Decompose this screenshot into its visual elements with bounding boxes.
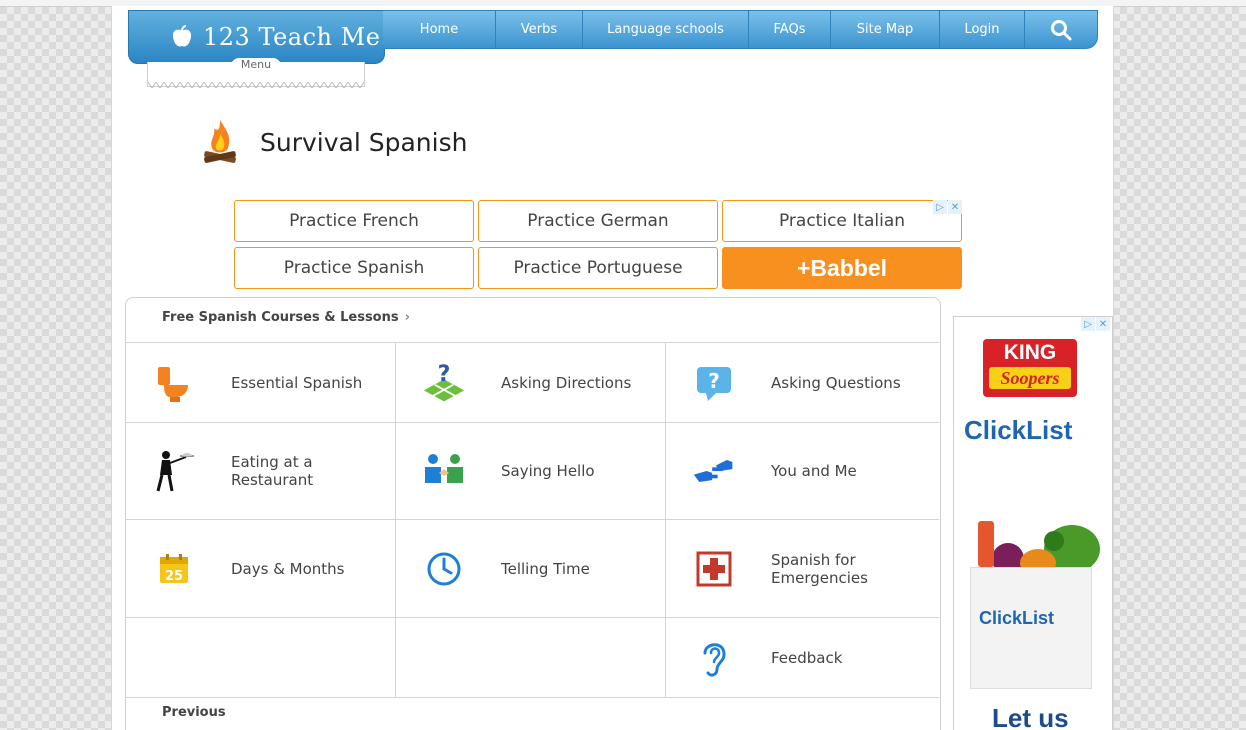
calendar-day: 25 [165, 569, 183, 584]
nav-login[interactable]: Login [940, 11, 1025, 48]
ad-choices[interactable]: ▷ ✕ [1080, 317, 1110, 331]
lesson-emergencies[interactable]: Spanish for Emergencies [666, 520, 939, 617]
main-nav: Home Verbs Language schools FAQs Site Ma… [383, 10, 1098, 49]
breadcrumb-label: Free Spanish Courses & Lessons [162, 310, 399, 325]
nav-site-map[interactable]: Site Map [831, 11, 940, 48]
site-logo[interactable]: 123 Teach Me [128, 10, 385, 64]
grid-row: Essential Spanish ? Asking Directions ? … [126, 342, 939, 422]
lessons-grid: Essential Spanish ? Asking Directions ? … [126, 342, 939, 698]
search-button[interactable] [1025, 11, 1097, 48]
practice-french-button[interactable]: Practice French [234, 200, 474, 242]
lesson-feedback[interactable]: Feedback [666, 618, 939, 697]
lesson-label: Telling Time [501, 559, 590, 578]
chevron-right-icon: › [404, 310, 410, 325]
campfire-icon [204, 120, 236, 163]
map-question-icon: ? [422, 361, 466, 405]
lesson-label: Days & Months [231, 559, 345, 578]
practice-german-button[interactable]: Practice German [478, 200, 718, 242]
lessons-card: Free Spanish Courses & Lessons › Essentia… [125, 297, 941, 730]
side-advertisement[interactable]: ▷ ✕ KING Soopers ClickList ClickList Let… [953, 316, 1113, 730]
bag-clicklist: ClickList [979, 608, 1055, 628]
ear-icon [692, 636, 736, 680]
apple-icon [172, 25, 192, 47]
king-soopers-logo: KING Soopers [983, 339, 1077, 397]
practice-spanish-button[interactable]: Practice Spanish [234, 247, 474, 289]
svg-text:?: ? [438, 362, 451, 387]
clock-icon [422, 547, 466, 591]
grocery-bag: ClickList [970, 567, 1092, 689]
lesson-label: Eating at a Restaurant [231, 453, 314, 489]
menu-toggle[interactable]: Menu [147, 58, 365, 88]
empty-cell [126, 618, 396, 697]
nav-home[interactable]: Home [383, 11, 496, 48]
search-icon [1051, 19, 1072, 40]
handshake-icon [422, 449, 466, 493]
title-row: Survival Spanish [202, 114, 467, 170]
previous-link[interactable]: Previous [162, 705, 226, 720]
grid-row: 25 Days & Months Telling Time Spanish fo… [126, 519, 939, 617]
lesson-label: Essential Spanish [231, 373, 363, 392]
empty-cell [396, 618, 666, 697]
lesson-saying-hello[interactable]: Saying Hello [396, 423, 666, 519]
toilet-icon [152, 361, 196, 405]
lesson-asking-questions[interactable]: ? Asking Questions [666, 343, 939, 422]
logo-soopers: Soopers [989, 367, 1071, 389]
zigzag-edge [148, 82, 364, 88]
clicklist-heading: ClickList [964, 415, 1073, 445]
adchoices-icon: ▷ [933, 200, 947, 214]
close-icon[interactable]: ✕ [1096, 317, 1110, 331]
lesson-label: Saying Hello [501, 462, 595, 480]
waiter-icon [152, 449, 196, 493]
practice-italian-button[interactable]: Practice Italian [722, 200, 962, 242]
page-title: Survival Spanish [260, 127, 468, 157]
lesson-you-and-me[interactable]: You and Me [666, 423, 939, 519]
lesson-essential-spanish[interactable]: Essential Spanish [126, 343, 396, 422]
lesson-eating-restaurant[interactable]: Eating at a Restaurant [126, 423, 396, 519]
speech-question-icon: ? [692, 361, 736, 405]
lesson-label: Feedback [771, 648, 843, 667]
lesson-label: Asking Directions [501, 373, 632, 392]
lesson-label: Asking Questions [771, 373, 901, 392]
babbel-button[interactable]: +Babbel [722, 247, 962, 289]
ad-tagline: Let us [992, 703, 1069, 730]
svg-text:?: ? [708, 369, 720, 393]
breadcrumb[interactable]: Free Spanish Courses & Lessons › [162, 310, 410, 325]
grid-row: Feedback [126, 617, 939, 698]
lesson-label: You and Me [771, 462, 857, 480]
lesson-asking-directions[interactable]: ? Asking Directions [396, 343, 666, 422]
nav-faqs[interactable]: FAQs [749, 11, 831, 48]
logo-text: 123 Teach Me [203, 23, 381, 51]
logo-king: KING [1003, 341, 1057, 364]
adchoices-icon: ▷ [1081, 317, 1095, 331]
grid-row: Eating at a Restaurant Saying Hello You … [126, 422, 939, 519]
nav-verbs[interactable]: Verbs [496, 11, 583, 48]
page-container: 123 Teach Me Menu Home Verbs Language sc… [111, 6, 1114, 730]
calendar-icon: 25 [152, 547, 196, 591]
ad-choices[interactable]: ▷ ✕ [932, 200, 962, 214]
practice-portuguese-button[interactable]: Practice Portuguese [478, 247, 718, 289]
lesson-telling-time[interactable]: Telling Time [396, 520, 666, 617]
pointing-hands-icon [692, 449, 736, 493]
lesson-days-months[interactable]: 25 Days & Months [126, 520, 396, 617]
close-icon[interactable]: ✕ [948, 200, 962, 214]
menu-label: Menu [230, 58, 282, 71]
first-aid-icon [692, 547, 736, 591]
nav-language-schools[interactable]: Language schools [583, 11, 749, 48]
lesson-label: Spanish for Emergencies [771, 550, 868, 587]
